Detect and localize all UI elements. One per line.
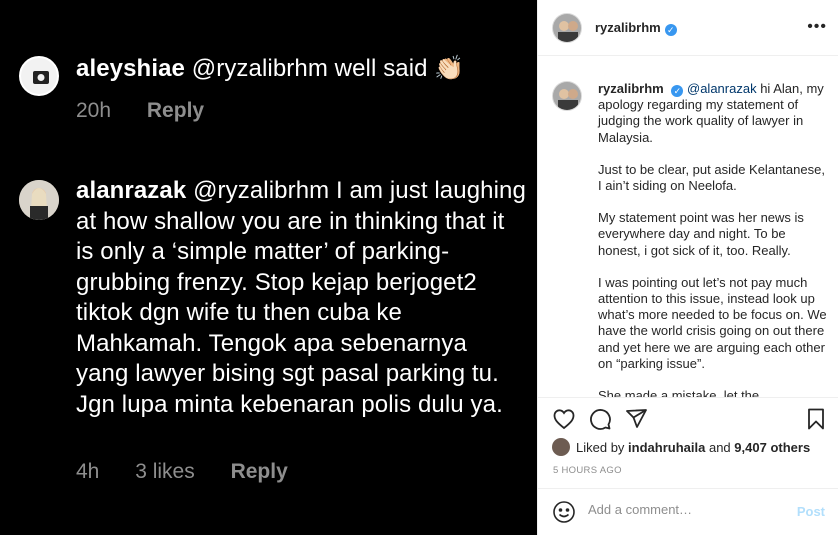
comment-username: alanrazak (76, 177, 187, 204)
username-text[interactable]: ryzalibrhm (595, 20, 661, 35)
post-side-panel: ryzalibrhm ✓ ••• ryzalibrhm ✓ @alanrazak … (537, 0, 838, 535)
comment-body: @ryzalibrhm well said 👏🏻 (191, 55, 465, 82)
liker-username[interactable]: indahruhaila (628, 440, 705, 455)
comment-body: @ryzalibrhm I am just laughing at how sh… (76, 177, 526, 418)
comment-text: alanrazak @ryzalibrhm I am just laughing… (76, 176, 526, 420)
add-comment-bar: Post (538, 488, 838, 535)
more-options-icon[interactable]: ••• (807, 18, 827, 36)
avatar[interactable] (552, 13, 582, 43)
comment-input[interactable] (588, 502, 778, 517)
post-media[interactable]: aleyshiae @ryzalibrhm well said 👏🏻 20h R… (0, 0, 537, 535)
comment-likes: 3 likes (135, 460, 195, 483)
comment-meta: 20h Reply (76, 99, 234, 123)
verified-icon: ✓ (664, 24, 677, 36)
caption-paragraph: I was pointing out let’s not pay much at… (598, 274, 827, 371)
caption-username[interactable]: ryzalibrhm (598, 81, 664, 96)
caption-paragraph: She made a mistake, let the (598, 388, 760, 397)
caption-mention[interactable]: @alanrazak (687, 81, 757, 96)
caption-body: ryzalibrhm ✓ @alanrazak hi Alan, my apol… (598, 81, 828, 397)
likes-count[interactable]: 9,407 others (734, 440, 810, 455)
comment-avatar (19, 180, 59, 220)
post-header: ryzalibrhm ✓ ••• (538, 0, 838, 56)
likes-summary: Liked by indahruhaila and 9,407 others (552, 438, 810, 456)
verified-icon: ✓ (671, 85, 684, 97)
caption-paragraph: Just to be clear, put aside Kelantanese,… (598, 161, 825, 194)
liker-avatar (552, 438, 570, 456)
caption-paragraph: ryzalibrhm ✓ @alanrazak hi Alan, my apol… (598, 81, 828, 146)
avatar[interactable] (552, 81, 582, 111)
likes-joiner: and (708, 440, 731, 455)
comment-reply: Reply (230, 460, 288, 483)
likes-prefix: Liked by (576, 440, 625, 455)
share-icon[interactable] (624, 407, 648, 431)
emoji-icon[interactable] (552, 500, 576, 529)
post-comment-button[interactable]: Post (797, 504, 825, 519)
comment-icon[interactable] (588, 407, 612, 431)
post-timestamp[interactable]: 5 HOURS AGO (553, 465, 622, 476)
comment-time: 20h (76, 99, 112, 122)
post-username[interactable]: ryzalibrhm ✓ (595, 20, 677, 36)
comment-meta: 4h 3 likes Reply (76, 460, 318, 484)
comment-reply: Reply (146, 99, 205, 122)
post-actions (538, 397, 838, 437)
comment-text: aleyshiae @ryzalibrhm well said 👏🏻 (76, 54, 526, 85)
comment-avatar (19, 56, 59, 96)
post-caption: ryzalibrhm ✓ @alanrazak hi Alan, my apol… (538, 57, 838, 397)
caption-paragraph: My statement point was her news is every… (598, 210, 804, 258)
comment-username: aleyshiae (76, 55, 185, 82)
heart-icon[interactable] (552, 407, 576, 431)
bookmark-icon[interactable] (804, 407, 828, 431)
comment-time: 4h (76, 460, 100, 483)
